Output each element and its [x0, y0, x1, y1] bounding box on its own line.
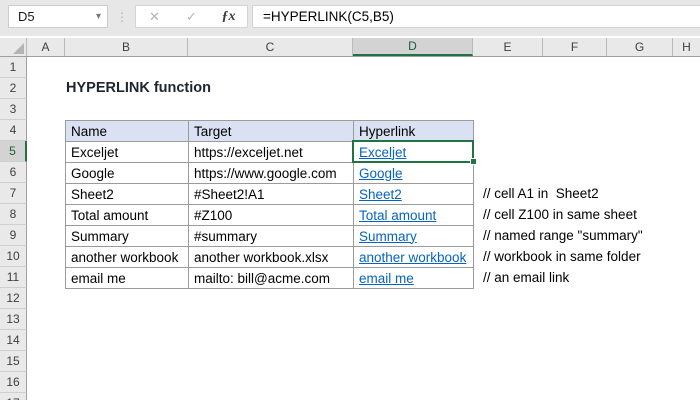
- sheet-body: 1 2 3 4 5 6 7 8 9 10 11 12 13 14 15 16 1…: [0, 57, 700, 400]
- hyperlink-another-workbook[interactable]: another workbook: [359, 250, 466, 265]
- fill-handle[interactable]: [470, 158, 477, 165]
- cell-B6[interactable]: Google: [65, 162, 189, 184]
- chevron-down-icon[interactable]: ▾: [96, 11, 101, 22]
- table-header-row: Name Target Hyperlink: [65, 120, 474, 142]
- row-header-12[interactable]: 12: [0, 288, 27, 309]
- cell-C11[interactable]: mailto: bill@acme.com: [188, 267, 354, 289]
- row-header-16[interactable]: 16: [0, 372, 27, 393]
- cancel-icon[interactable]: ✕: [140, 9, 170, 25]
- page-title: HYPERLINK function: [66, 80, 211, 96]
- cell-C4[interactable]: Target: [188, 120, 354, 142]
- formula-buttons: ✕ ✓ ƒx: [135, 5, 248, 28]
- select-all-button[interactable]: [0, 38, 27, 56]
- row-header-1[interactable]: 1: [0, 57, 27, 78]
- row-header-5[interactable]: 5: [0, 141, 27, 162]
- cell-B10[interactable]: another workbook: [65, 246, 189, 268]
- column-header-b[interactable]: B: [65, 38, 188, 56]
- cell-D9[interactable]: Summary: [353, 225, 474, 247]
- drag-handle-icon: ⋮: [116, 10, 128, 24]
- cell-D6[interactable]: Google: [353, 162, 474, 184]
- column-header-e[interactable]: E: [473, 38, 543, 56]
- cell-B11[interactable]: email me: [65, 267, 189, 289]
- row-header-6[interactable]: 6: [0, 162, 27, 183]
- table-row: Summary #summary Summary: [65, 225, 474, 247]
- hyperlink-sheet2[interactable]: Sheet2: [359, 187, 402, 202]
- comment-email-me: // an email link: [483, 270, 570, 285]
- column-header-a[interactable]: A: [27, 38, 65, 56]
- cell-C5[interactable]: https://exceljet.net: [188, 141, 354, 163]
- row-header-11[interactable]: 11: [0, 267, 27, 288]
- cell-D11[interactable]: email me: [353, 267, 474, 289]
- table-row: Google https://www.google.com Google: [65, 162, 474, 184]
- comment-sheet2: // cell A1 in Sheet2: [483, 186, 599, 201]
- cell-reference: D5: [18, 9, 35, 24]
- cell-D5[interactable]: Exceljet: [353, 141, 474, 163]
- formula-input[interactable]: =HYPERLINK(C5,B5): [252, 5, 700, 28]
- column-header-g[interactable]: G: [607, 38, 673, 56]
- row-header-14[interactable]: 14: [0, 330, 27, 351]
- hyperlink-summary[interactable]: Summary: [359, 229, 417, 244]
- comment-summary: // named range "summary": [483, 228, 643, 243]
- hyperlink-total-amount[interactable]: Total amount: [359, 208, 436, 223]
- hyperlink-google[interactable]: Google: [359, 166, 403, 181]
- row-header-15[interactable]: 15: [0, 351, 27, 372]
- hyperlink-exceljet[interactable]: Exceljet: [359, 145, 406, 160]
- cell-B5[interactable]: Exceljet: [65, 141, 189, 163]
- table-row: email me mailto: bill@acme.com email me: [65, 267, 474, 289]
- comment-total-amount: // cell Z100 in same sheet: [483, 207, 637, 222]
- table-row: Exceljet https://exceljet.net Exceljet: [65, 141, 474, 163]
- row-header-10[interactable]: 10: [0, 246, 27, 267]
- enter-icon[interactable]: ✓: [177, 9, 207, 25]
- cell-D7[interactable]: Sheet2: [353, 183, 474, 205]
- cell-B8[interactable]: Total amount: [65, 204, 189, 226]
- cell-B7[interactable]: Sheet2: [65, 183, 189, 205]
- cell-D4[interactable]: Hyperlink: [353, 120, 474, 142]
- cell-C8[interactable]: #Z100: [188, 204, 354, 226]
- row-header-3[interactable]: 3: [0, 99, 27, 120]
- row-header-13[interactable]: 13: [0, 309, 27, 330]
- excel-window: D5 ▾ ⋮ ✕ ✓ ƒx =HYPERLINK(C5,B5) A B C D …: [0, 0, 700, 400]
- row-header-2[interactable]: 2: [0, 78, 27, 99]
- cell-C6[interactable]: https://www.google.com: [188, 162, 354, 184]
- cell-B9[interactable]: Summary: [65, 225, 189, 247]
- row-headers: 1 2 3 4 5 6 7 8 9 10 11 12 13 14 15 16 1…: [0, 57, 27, 400]
- column-header-d[interactable]: D: [353, 38, 473, 56]
- formula-bar: D5 ▾ ⋮ ✕ ✓ ƒx =HYPERLINK(C5,B5): [0, 0, 700, 36]
- cell-B4[interactable]: Name: [65, 120, 189, 142]
- column-header-c[interactable]: C: [188, 38, 353, 56]
- table-row: Total amount #Z100 Total amount: [65, 204, 474, 226]
- comment-another-workbook: // workbook in same folder: [483, 249, 641, 264]
- cell-D8[interactable]: Total amount: [353, 204, 474, 226]
- row-header-9[interactable]: 9: [0, 225, 27, 246]
- row-header-7[interactable]: 7: [0, 183, 27, 204]
- column-headers: A B C D E F G H: [0, 38, 700, 57]
- cell-C10[interactable]: another workbook.xlsx: [188, 246, 354, 268]
- table-row: another workbook another workbook.xlsx a…: [65, 246, 474, 268]
- cell-C9[interactable]: #summary: [188, 225, 354, 247]
- hyperlink-email-me[interactable]: email me: [359, 271, 414, 286]
- row-header-4[interactable]: 4: [0, 120, 27, 141]
- column-header-f[interactable]: F: [543, 38, 607, 56]
- sheet-grid[interactable]: HYPERLINK function Name Target Hyperlink…: [27, 57, 700, 400]
- cell-C7[interactable]: #Sheet2!A1: [188, 183, 354, 205]
- select-all-triangle-icon: [13, 43, 24, 54]
- name-box[interactable]: D5 ▾: [8, 5, 108, 28]
- cell-D10[interactable]: another workbook: [353, 246, 474, 268]
- row-header-8[interactable]: 8: [0, 204, 27, 225]
- insert-function-icon[interactable]: ƒx: [214, 9, 244, 25]
- row-header-17[interactable]: 17: [0, 393, 27, 400]
- hyperlink-table: Name Target Hyperlink Exceljet https://e…: [65, 120, 474, 289]
- column-header-h[interactable]: H: [673, 38, 700, 56]
- table-row: Sheet2 #Sheet2!A1 Sheet2: [65, 183, 474, 205]
